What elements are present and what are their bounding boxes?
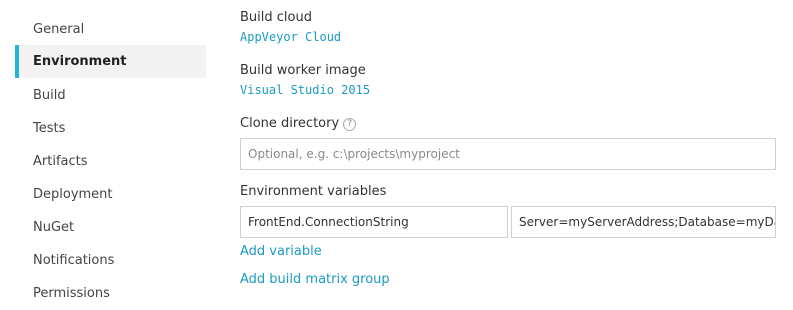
env-var-value-input[interactable]: Server=myServerAddress;Database=myDataB bbox=[511, 206, 776, 238]
settings-form: Build cloud AppVeyor Cloud Build worker … bbox=[240, 0, 793, 310]
env-var-name-input[interactable]: FrontEnd.ConnectionString bbox=[240, 206, 508, 238]
sidebar-item-artifacts[interactable]: Artifacts bbox=[15, 145, 206, 178]
clone-directory-input[interactable]: Optional, e.g. c:\projects\myproject bbox=[240, 138, 776, 170]
clone-directory-label-text: Clone directory bbox=[240, 116, 340, 131]
sidebar-item-permissions[interactable]: Permissions bbox=[15, 277, 206, 310]
sidebar-item-build[interactable]: Build bbox=[15, 79, 206, 112]
sidebar: General Environment Build Tests Artifact… bbox=[0, 0, 206, 310]
environment-variables-label: Environment variables bbox=[240, 184, 387, 199]
sidebar-item-nuget[interactable]: NuGet bbox=[15, 211, 206, 244]
clone-directory-label: Clone directory? bbox=[240, 116, 357, 131]
build-worker-image-value[interactable]: Visual Studio 2015 bbox=[240, 83, 370, 97]
add-variable-link[interactable]: Add variable bbox=[240, 244, 322, 259]
sidebar-item-deployment[interactable]: Deployment bbox=[15, 178, 206, 211]
build-cloud-value[interactable]: AppVeyor Cloud bbox=[240, 30, 341, 44]
sidebar-item-environment[interactable]: Environment bbox=[15, 45, 206, 78]
sidebar-item-general[interactable]: General bbox=[15, 13, 206, 46]
build-worker-image-label: Build worker image bbox=[240, 63, 366, 78]
build-cloud-label: Build cloud bbox=[240, 10, 312, 25]
help-icon[interactable]: ? bbox=[343, 118, 357, 131]
sidebar-item-notifications[interactable]: Notifications bbox=[15, 244, 206, 277]
sidebar-item-tests[interactable]: Tests bbox=[15, 112, 206, 145]
add-build-matrix-group-link[interactable]: Add build matrix group bbox=[240, 272, 390, 287]
